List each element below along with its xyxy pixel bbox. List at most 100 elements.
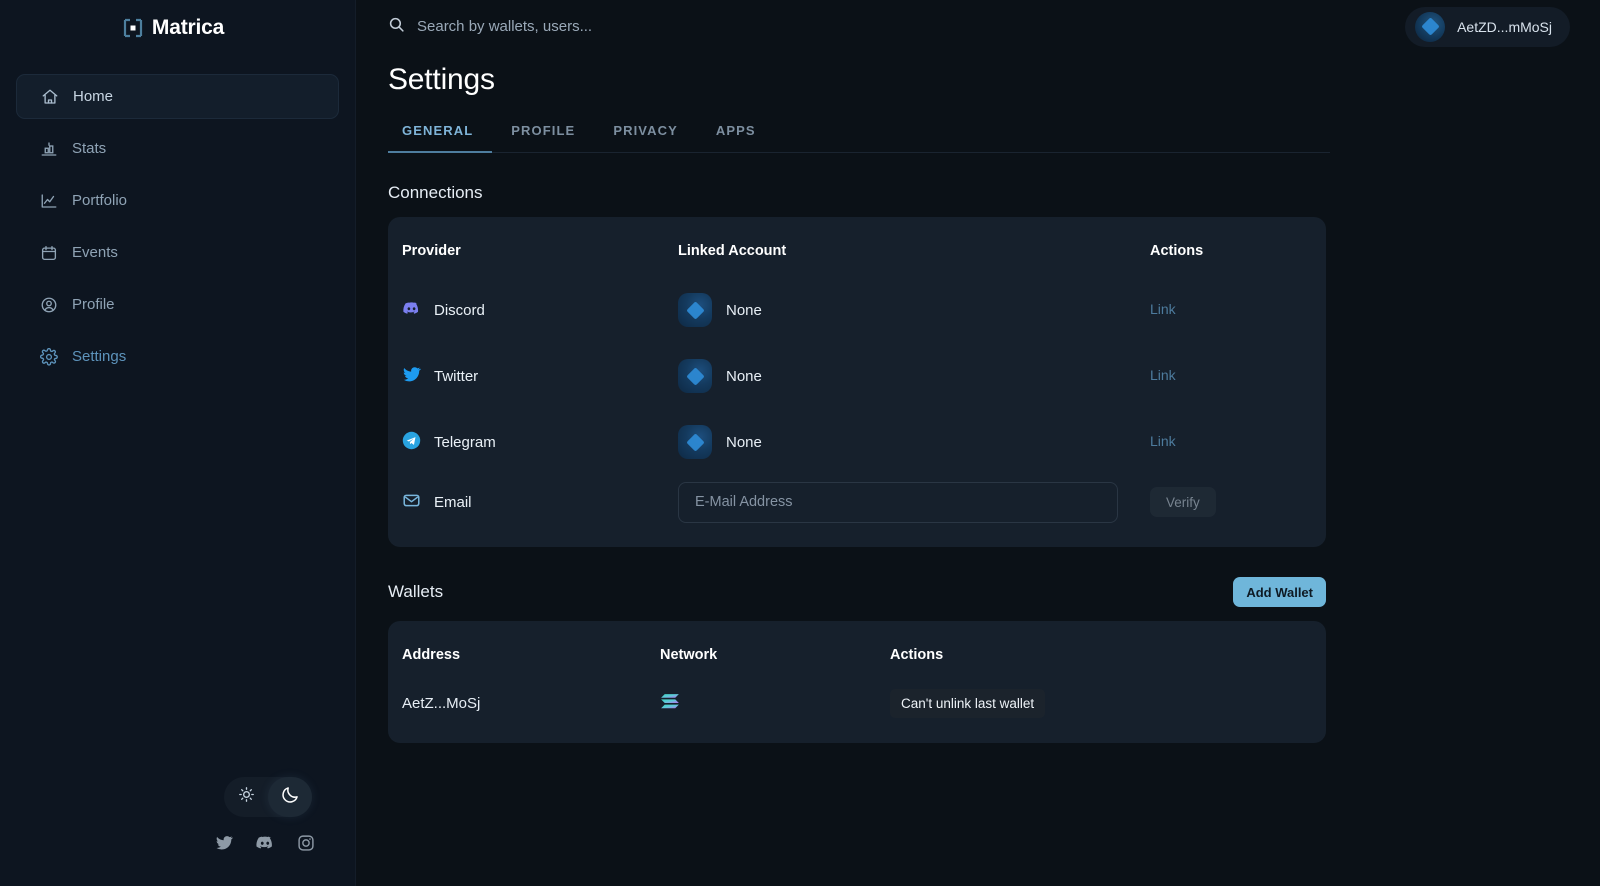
topbar: AetZD...mMoSj — [356, 0, 1600, 53]
connections-card: Provider Linked Account Actions Discord — [388, 217, 1326, 547]
matrica-bracket-logo-icon — [123, 18, 143, 38]
sidebar-item-label: Portfolio — [72, 192, 128, 209]
wallets-header-row: Address Network Actions — [402, 621, 1312, 681]
search-input[interactable] — [417, 18, 837, 35]
theme-toggle-dark[interactable] — [268, 777, 312, 817]
email-field[interactable] — [678, 481, 1118, 523]
link-button[interactable]: Link — [1150, 433, 1176, 449]
sidebar-item-home[interactable]: Home — [16, 74, 339, 119]
sun-icon — [238, 786, 255, 808]
mail-icon — [402, 491, 421, 514]
linked-account-value: None — [726, 301, 762, 319]
theme-toggle[interactable] — [224, 777, 312, 817]
social-links — [215, 833, 315, 853]
wallet-address: AetZ...MoSj — [402, 694, 481, 712]
linked-account-value: None — [726, 433, 762, 451]
linked-account-value: None — [726, 367, 762, 385]
stats-icon — [39, 139, 58, 158]
home-icon — [40, 87, 59, 106]
sidebar-item-label: Profile — [72, 296, 115, 313]
account-chip[interactable]: AetZD...mMoSj — [1405, 6, 1570, 47]
sidebar-item-settings[interactable]: Settings — [16, 334, 339, 379]
sidebar-item-label: Stats — [72, 140, 107, 157]
sidebar-item-portfolio[interactable]: Portfolio — [16, 178, 339, 223]
column-header-network: Network — [660, 647, 718, 663]
column-header-actions: Actions — [1150, 243, 1204, 259]
provider-cell: Twitter — [402, 365, 678, 388]
wallets-section-head: Wallets Add Wallet — [388, 577, 1326, 607]
table-row: AetZ...MoSj Can't unlink last wallet — [402, 681, 1312, 743]
connections-header-row: Provider Linked Account Actions — [402, 217, 1312, 277]
provider-cell: Email — [402, 491, 678, 514]
provider-name: Discord — [434, 301, 485, 319]
calendar-icon — [39, 243, 58, 262]
wallets-title: Wallets — [388, 582, 444, 601]
moon-icon — [280, 785, 300, 810]
verify-button[interactable]: Verify — [1150, 487, 1216, 517]
linked-account-cell: None — [678, 425, 1150, 459]
brand-name: Matrica — [151, 16, 225, 39]
search-bar[interactable] — [388, 16, 1405, 38]
network-cell — [660, 692, 890, 715]
actions-cell: Link — [1150, 433, 1340, 451]
sidebar-item-stats[interactable]: Stats — [16, 126, 339, 171]
unlink-disabled-note: Can't unlink last wallet — [890, 688, 1046, 718]
account-address-label: AetZD...mMoSj — [1457, 18, 1552, 35]
settings-tabs: GENERAL PROFILE PRIVACY APPS — [388, 123, 1330, 153]
wallet-avatar-diamond-icon — [1415, 11, 1446, 42]
table-row-email: Email Verify — [402, 475, 1312, 547]
sidebar-item-events[interactable]: Events — [16, 230, 339, 275]
brand-logo[interactable]: Matrica — [0, 0, 355, 40]
wallets-card: Address Network Actions AetZ...MoSj Can'… — [388, 621, 1326, 743]
wallet-avatar-diamond-icon — [678, 425, 712, 459]
search-icon — [388, 16, 405, 38]
theme-toggle-light[interactable] — [224, 777, 268, 817]
provider-name: Telegram — [434, 433, 496, 451]
table-row: Twitter None Link — [402, 343, 1312, 409]
instagram-icon[interactable] — [297, 834, 315, 852]
column-header-address: Address — [402, 647, 461, 663]
wallet-avatar-diamond-icon — [678, 359, 712, 393]
provider-name: Email — [434, 493, 472, 511]
page-title: Settings — [388, 63, 495, 96]
main-content: AetZD...mMoSj Settings GENERAL PROFILE P… — [356, 0, 1600, 886]
tab-privacy[interactable]: PRIVACY — [594, 123, 697, 152]
provider-cell: Telegram — [402, 431, 678, 454]
discord-icon — [402, 299, 421, 322]
wallet-avatar-diamond-icon — [678, 293, 712, 327]
provider-cell: Discord — [402, 299, 678, 322]
app-root: Matrica Home Stats Portfolio Events Prof… — [0, 0, 1600, 886]
telegram-icon — [402, 431, 421, 454]
twitter-icon[interactable] — [215, 834, 233, 852]
add-wallet-button[interactable]: Add Wallet — [1233, 577, 1326, 607]
table-row: Discord None Link — [402, 277, 1312, 343]
twitter-icon — [402, 365, 421, 388]
actions-cell: Link — [1150, 367, 1340, 385]
tab-general[interactable]: GENERAL — [388, 123, 493, 153]
actions-cell: Verify — [1150, 487, 1340, 517]
discord-icon[interactable] — [255, 833, 275, 853]
solana-icon — [660, 693, 682, 714]
tab-profile[interactable]: PROFILE — [492, 123, 594, 152]
tab-apps[interactable]: APPS — [697, 123, 775, 152]
link-button[interactable]: Link — [1150, 367, 1176, 383]
sidebar-nav: Home Stats Portfolio Events Profile Sett… — [0, 74, 355, 379]
connections-title: Connections — [388, 183, 483, 202]
actions-cell: Can't unlink last wallet — [890, 688, 1340, 718]
sidebar-item-label: Settings — [72, 348, 127, 365]
linked-account-cell: None — [678, 359, 1150, 393]
column-header-actions: Actions — [890, 647, 944, 663]
actions-cell: Link — [1150, 301, 1340, 319]
table-row: Telegram None Link — [402, 409, 1312, 475]
sidebar: Matrica Home Stats Portfolio Events Prof… — [0, 0, 356, 886]
linked-account-cell: None — [678, 293, 1150, 327]
chart-line-icon — [39, 191, 58, 210]
sidebar-item-label: Home — [73, 88, 114, 105]
connections-section-head: Connections — [388, 183, 1326, 203]
sidebar-item-profile[interactable]: Profile — [16, 282, 339, 327]
sidebar-item-label: Events — [72, 244, 118, 261]
link-button[interactable]: Link — [1150, 301, 1176, 317]
email-input-cell — [678, 481, 1150, 523]
gear-icon — [39, 347, 58, 366]
column-header-linked-account: Linked Account — [678, 243, 787, 259]
